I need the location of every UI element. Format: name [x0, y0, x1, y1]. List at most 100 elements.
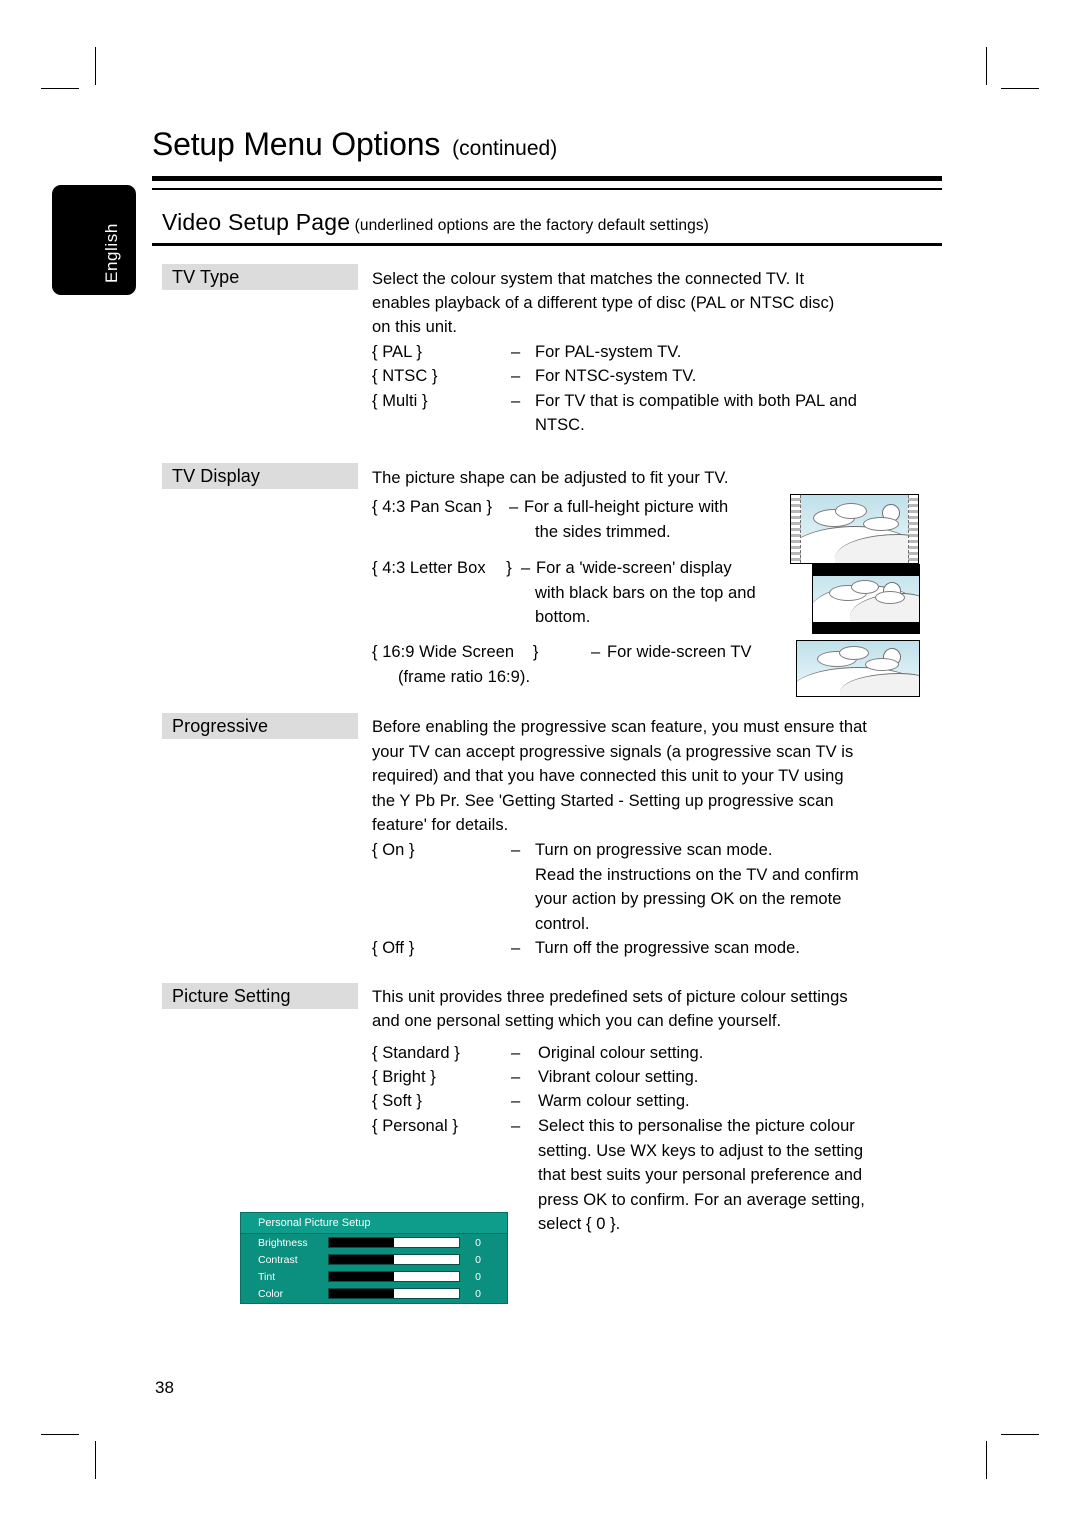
page-number: 38 — [155, 1378, 174, 1397]
osd-slider-fill — [329, 1255, 394, 1264]
option-name: 4:3 Pan Scan — [382, 498, 482, 516]
crop-mark-right-bottom — [1001, 1434, 1039, 1435]
language-tab-label: English — [102, 223, 121, 283]
progressive-option-on-desc-4: control. — [535, 915, 590, 933]
option-name: Personal — [382, 1117, 448, 1135]
osd-value-tint: 0 — [475, 1270, 481, 1283]
picture-setting-intro-line-1: This unit provides three predefined sets… — [372, 988, 848, 1006]
crop-mark-top-right — [986, 47, 987, 85]
progressive-option-on-dash: – — [511, 841, 521, 859]
crop-mark-top-left — [95, 47, 96, 85]
brace-open: { — [372, 939, 378, 957]
picture-setting-option-personal-desc-2: setting. Use WX keys to adjust to the se… — [538, 1142, 864, 1160]
osd-row-brightness[interactable]: Brightness 0 — [241, 1234, 507, 1251]
header-rule-top — [152, 176, 942, 181]
brace-open: { — [372, 559, 378, 577]
page-title-continued: (continued) — [452, 137, 558, 160]
tv-type-intro-line-1: Select the colour system that matches th… — [372, 270, 805, 288]
brace-open: { — [372, 392, 378, 410]
tv-display-option-panscan-dash: – — [509, 498, 519, 516]
section-header: Video Setup Page (underlined options are… — [162, 209, 942, 236]
language-tab: English — [52, 185, 136, 295]
option-name: Bright — [382, 1068, 426, 1086]
tv-type-option-ntsc-desc: For NTSC-system TV. — [535, 367, 697, 385]
progressive-option-on-desc-2: Read the instructions on the TV and conf… — [535, 866, 859, 884]
osd-row-contrast[interactable]: Contrast 0 — [241, 1251, 507, 1268]
tv-display-option-panscan: { 4:3 Pan Scan } — [372, 498, 492, 517]
option-name: Off — [382, 939, 405, 957]
page-title: Setup Menu Options — [152, 126, 441, 162]
thumb-bar-bottom — [813, 622, 919, 633]
progressive-option-off-desc: Turn off the progressive scan mode. — [535, 939, 800, 957]
picture-setting-option-standard: { Standard } — [372, 1044, 460, 1063]
tv-type-option-multi: { Multi } — [372, 392, 428, 411]
thumb-bar-top — [813, 565, 919, 576]
personal-picture-setup-osd: Personal Picture Setup Brightness 0 Cont… — [240, 1212, 508, 1304]
brace-open: { — [372, 841, 378, 859]
brace-open: { — [372, 498, 378, 516]
tv-type-option-multi-desc: For TV that is compatible with both PAL … — [535, 392, 857, 410]
option-name: Standard — [382, 1044, 450, 1062]
picture-setting-option-personal-desc-5: select { 0 }. — [538, 1215, 621, 1233]
tv-type-option-ntsc-dash: – — [511, 367, 521, 385]
crop-mark-left-bottom — [41, 1434, 79, 1435]
brace-close: } — [416, 1092, 422, 1110]
tv-thumbnail-letter-box — [812, 564, 920, 634]
row-label-tv-type: TV Type — [162, 264, 358, 290]
picture-setting-option-bright-dash: – — [511, 1068, 521, 1086]
osd-label-color: Color — [258, 1287, 284, 1300]
thumb-trim-left — [791, 495, 801, 563]
tv-display-option-letterbox-dash: – — [521, 559, 531, 577]
osd-slider-fill — [329, 1289, 394, 1298]
osd-slider-brightness[interactable] — [328, 1237, 460, 1248]
picture-setting-option-personal-dash: – — [511, 1117, 521, 1135]
thumb-cloud-2 — [835, 503, 867, 519]
section-title: Video Setup Page — [162, 209, 351, 235]
brace-open: { — [372, 1092, 378, 1110]
picture-setting-option-soft-dash: – — [511, 1092, 521, 1110]
osd-row-tint[interactable]: Tint 0 — [241, 1268, 507, 1285]
picture-setting-option-soft-desc: Warm colour setting. — [538, 1092, 690, 1110]
tv-thumbnail-pan-scan — [790, 494, 919, 564]
picture-setting-option-standard-desc: Original colour setting. — [538, 1044, 704, 1062]
osd-value-color: 0 — [475, 1287, 481, 1300]
picture-setting-option-personal-desc: Select this to personalise the picture c… — [538, 1117, 855, 1135]
section-note: (underlined options are the factory defa… — [354, 217, 709, 234]
tv-thumbnail-wide-screen — [796, 640, 920, 697]
picture-setting-option-bright: { Bright } — [372, 1068, 436, 1087]
osd-slider-color[interactable] — [328, 1288, 460, 1299]
picture-setting-option-personal-desc-3: that best suits your personal preference… — [538, 1166, 863, 1184]
brace-close: } — [532, 643, 539, 661]
crop-mark-right-top — [1001, 88, 1039, 89]
option-name: Soft — [382, 1092, 412, 1110]
crop-mark-left-top — [41, 88, 79, 89]
brace-close: } — [408, 939, 415, 957]
brace-open: { — [372, 367, 378, 385]
osd-label-tint: Tint — [258, 1270, 276, 1283]
row-label-progressive: Progressive — [162, 713, 358, 739]
progressive-option-on-desc: Turn on progressive scan mode. — [535, 841, 773, 859]
progressive-option-on-desc-3: your action by pressing OK on the remote — [535, 890, 842, 908]
osd-value-brightness: 0 — [475, 1236, 481, 1249]
brace-open: { — [372, 1068, 378, 1086]
option-name: PAL — [382, 343, 412, 361]
tv-display-intro-line-1: The picture shape can be adjusted to fit… — [372, 469, 729, 487]
brace-close: } — [452, 1117, 458, 1135]
brace-close: } — [421, 392, 428, 410]
tv-display-option-letterbox-desc-3: bottom. — [535, 608, 591, 626]
brace-close: } — [506, 559, 512, 577]
brace-close: } — [486, 498, 493, 516]
picture-setting-option-standard-dash: – — [511, 1044, 521, 1062]
osd-slider-contrast[interactable] — [328, 1254, 460, 1265]
brace-open: { — [372, 1044, 378, 1062]
thumb-cloud-2 — [839, 646, 869, 660]
osd-row-color[interactable]: Color 0 — [241, 1285, 507, 1302]
osd-value-contrast: 0 — [475, 1253, 481, 1266]
osd-slider-tint[interactable] — [328, 1271, 460, 1282]
option-name: 16:9 Wide Screen — [382, 643, 515, 661]
brace-close: } — [408, 841, 415, 859]
tv-type-option-ntsc: { NTSC } — [372, 367, 438, 386]
thumb-trim-right — [908, 495, 918, 563]
tv-display-option-letterbox-desc: For a 'wide-screen' display — [536, 559, 732, 577]
progressive-option-off-dash: – — [511, 939, 521, 957]
